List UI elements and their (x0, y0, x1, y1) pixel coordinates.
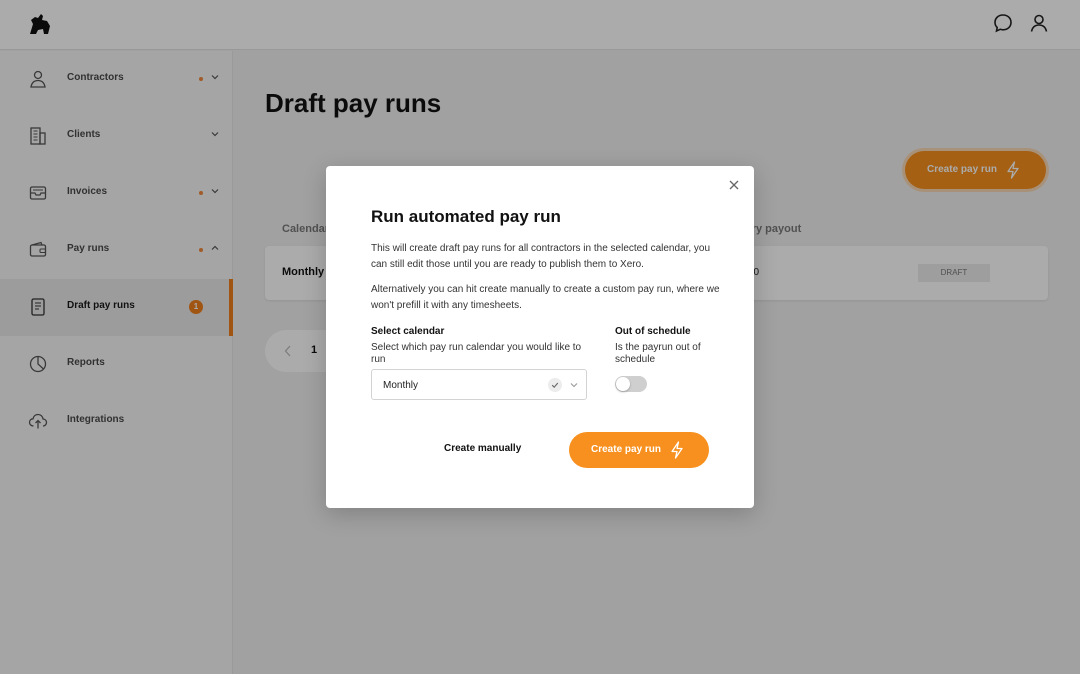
dialog-title: Run automated pay run (371, 207, 561, 226)
chevron-down-icon[interactable] (569, 380, 579, 390)
dialog-alternative-note: Alternatively you can hit create manuall… (371, 284, 720, 311)
dialog-description: This will create draft pay runs for all … (371, 243, 711, 270)
select-value: Monthly (383, 380, 419, 391)
lightning-icon (671, 441, 683, 459)
toggle-knob (616, 377, 630, 391)
out-of-schedule-toggle[interactable] (615, 376, 647, 392)
create-pay-run-button[interactable]: Create pay run (569, 432, 709, 468)
check-icon (548, 378, 562, 392)
calendar-select[interactable]: Monthly (371, 369, 587, 400)
out-of-schedule-label: Out of schedule (615, 326, 691, 337)
select-calendar-label: Select calendar (371, 326, 445, 337)
close-icon[interactable] (728, 179, 740, 191)
button-label: Create pay run (591, 444, 662, 455)
run-pay-run-dialog: Run automated pay run This will create d… (326, 166, 754, 508)
out-of-schedule-hint: Is the payrun out of schedule (615, 342, 701, 365)
create-manually-button[interactable]: Create manually (444, 443, 521, 454)
select-calendar-hint: Select which pay run calendar you would … (371, 342, 582, 365)
